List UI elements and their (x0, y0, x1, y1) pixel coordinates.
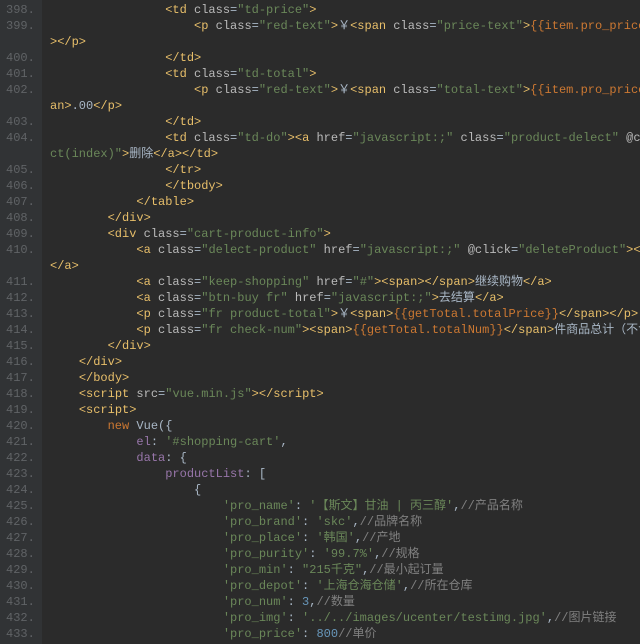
line-number: 422. (6, 450, 32, 466)
code-line[interactable]: </td> (50, 114, 640, 130)
line-number (6, 258, 32, 274)
code-line[interactable]: 'pro_img': '../../images/ucenter/testimg… (50, 610, 640, 626)
code-line[interactable]: </tbody> (50, 178, 640, 194)
line-number: 428. (6, 546, 32, 562)
line-number: 407. (6, 194, 32, 210)
line-number: 431. (6, 594, 32, 610)
code-line[interactable]: <script> (50, 402, 640, 418)
code-line[interactable]: ></p> (50, 34, 640, 50)
line-number: 429. (6, 562, 32, 578)
code-line[interactable]: an>.00</p> (50, 98, 640, 114)
code-line[interactable]: </body> (50, 370, 640, 386)
code-line[interactable]: 'pro_brand': 'skc',//品牌名称 (50, 514, 640, 530)
code-line[interactable]: </tr> (50, 162, 640, 178)
line-number: 419. (6, 402, 32, 418)
line-number: 399. (6, 18, 32, 34)
line-number (6, 146, 32, 162)
code-line[interactable]: { (50, 482, 640, 498)
code-line[interactable]: new Vue({ (50, 418, 640, 434)
code-line[interactable]: 'pro_name': '【斯文】甘油 | 丙三醇',//产品名称 (50, 498, 640, 514)
code-line[interactable]: ct(index)">删除</a></td> (50, 146, 640, 162)
code-line[interactable]: 'pro_purity': '99.7%',//规格 (50, 546, 640, 562)
line-number: 421. (6, 434, 32, 450)
line-number: 411. (6, 274, 32, 290)
line-number: 401. (6, 66, 32, 82)
code-line[interactable]: <p class="fr product-total">￥<span>{{get… (50, 306, 640, 322)
line-number: 417. (6, 370, 32, 386)
code-line[interactable]: </a> (50, 258, 640, 274)
line-number: 420. (6, 418, 32, 434)
code-line[interactable]: <td class="td-do"><a href="javascript:;"… (50, 130, 640, 146)
code-line[interactable]: </td> (50, 50, 640, 66)
line-number: 426. (6, 514, 32, 530)
code-line[interactable]: <a class="keep-shopping" href="#"><span>… (50, 274, 640, 290)
line-number (6, 34, 32, 50)
code-line[interactable]: <td class="td-price"> (50, 2, 640, 18)
code-line[interactable]: </div> (50, 354, 640, 370)
code-line[interactable]: </div> (50, 210, 640, 226)
line-number: 404. (6, 130, 32, 146)
code-line[interactable]: <script src="vue.min.js"></script> (50, 386, 640, 402)
line-number: 415. (6, 338, 32, 354)
line-number: 425. (6, 498, 32, 514)
line-number: 424. (6, 482, 32, 498)
code-line[interactable]: 'pro_min': "215千克",//最小起订量 (50, 562, 640, 578)
code-editor[interactable]: 398.399. 400.401.402. 403.404. 405.406.407.… (0, 0, 640, 644)
code-line[interactable]: <a class="btn-buy fr" href="javascript:;… (50, 290, 640, 306)
line-number: 410. (6, 242, 32, 258)
code-line[interactable]: <td class="td-total"> (50, 66, 640, 82)
code-line[interactable]: 'pro_place': '韩国',//产地 (50, 530, 640, 546)
code-line[interactable]: 'pro_num': 3,//数量 (50, 594, 640, 610)
line-number: 409. (6, 226, 32, 242)
line-number (6, 98, 32, 114)
code-line[interactable]: <div class="cart-product-info"> (50, 226, 640, 242)
line-number: 432. (6, 610, 32, 626)
line-number: 413. (6, 306, 32, 322)
line-number: 398. (6, 2, 32, 18)
line-number: 405. (6, 162, 32, 178)
code-line[interactable]: </div> (50, 338, 640, 354)
code-line[interactable]: <p class="fr check-num"><span>{{getTotal… (50, 322, 640, 338)
code-line[interactable]: productList: [ (50, 466, 640, 482)
code-content[interactable]: <td class="td-price"> <p class="red-text… (42, 0, 640, 644)
line-number: 403. (6, 114, 32, 130)
line-number: 400. (6, 50, 32, 66)
line-number: 406. (6, 178, 32, 194)
code-line[interactable]: <a class="delect-product" href="javascri… (50, 242, 640, 258)
line-number: 408. (6, 210, 32, 226)
line-number: 423. (6, 466, 32, 482)
code-line[interactable]: 'pro_price': 800//单价 (50, 626, 640, 642)
line-number: 433. (6, 626, 32, 642)
line-number-gutter: 398.399. 400.401.402. 403.404. 405.406.407.… (0, 0, 42, 644)
code-line[interactable]: <p class="red-text">￥<span class="total-… (50, 82, 640, 98)
code-line[interactable]: el: '#shopping-cart', (50, 434, 640, 450)
line-number: 416. (6, 354, 32, 370)
code-line[interactable]: </table> (50, 194, 640, 210)
line-number: 427. (6, 530, 32, 546)
line-number: 430. (6, 578, 32, 594)
code-line[interactable]: <p class="red-text">￥<span class="price-… (50, 18, 640, 34)
line-number: 412. (6, 290, 32, 306)
code-line[interactable]: 'pro_depot': '上海仓海仓储',//所在仓库 (50, 578, 640, 594)
code-line[interactable]: data: { (50, 450, 640, 466)
line-number: 414. (6, 322, 32, 338)
line-number: 402. (6, 82, 32, 98)
line-number: 418. (6, 386, 32, 402)
